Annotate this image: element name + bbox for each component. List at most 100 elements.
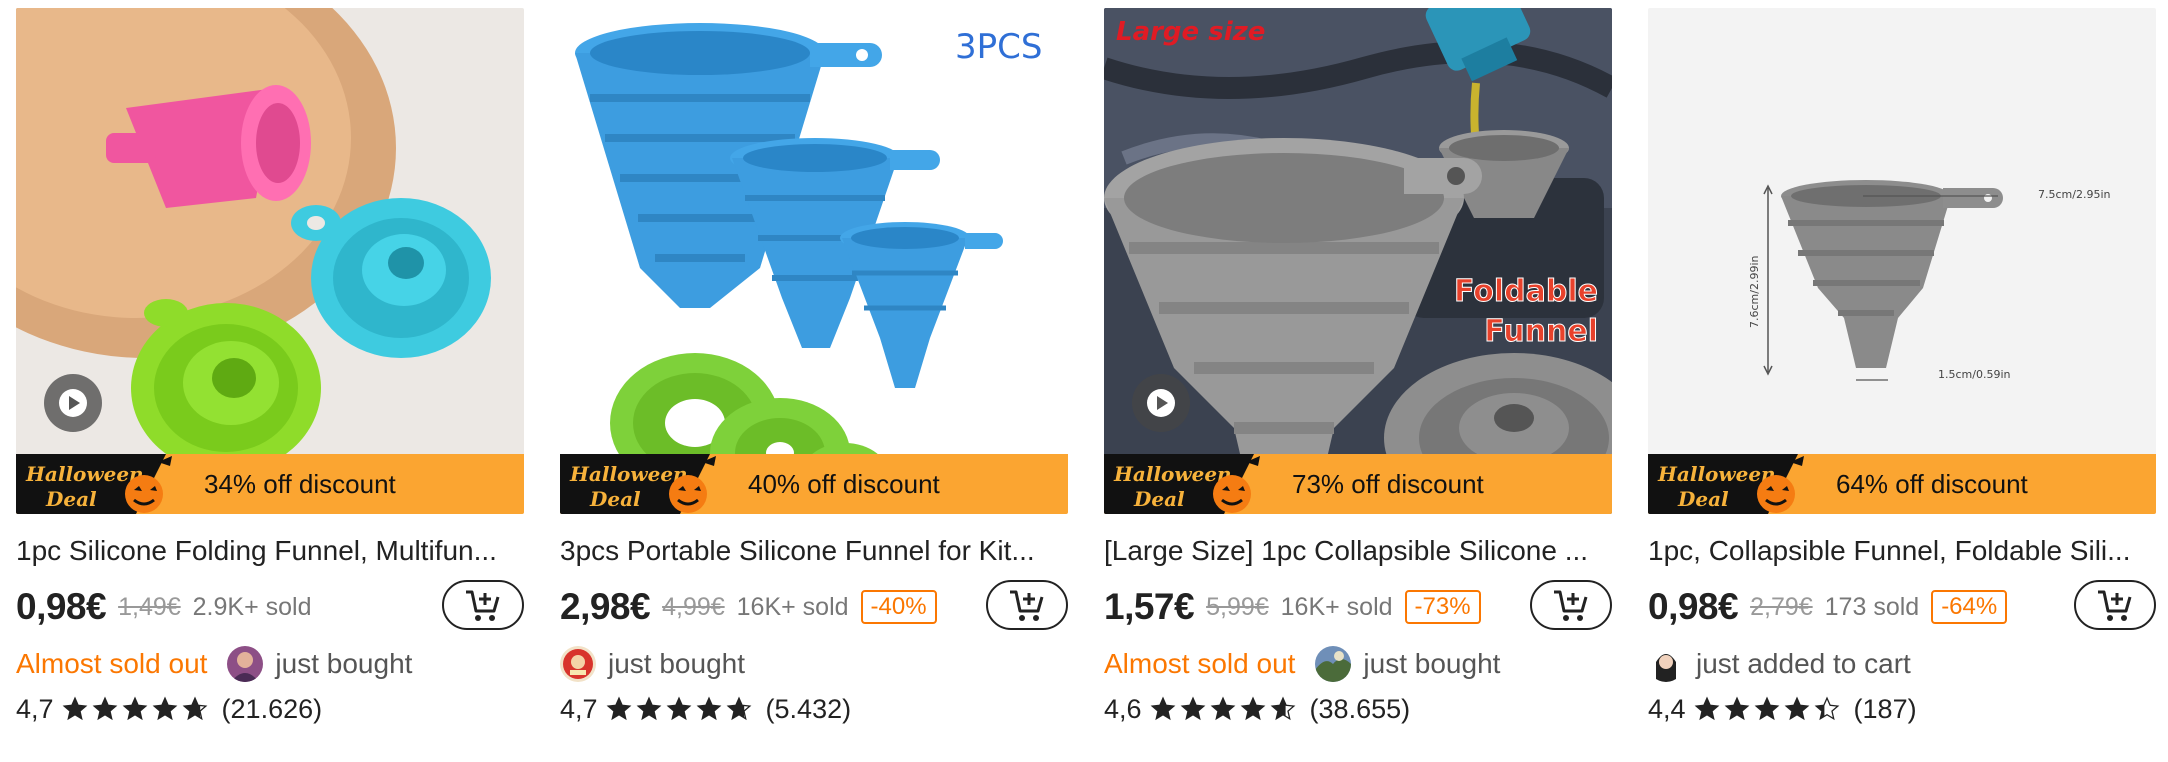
- review-count: (5.432): [765, 693, 852, 724]
- activity-row: Almost sold out just bought: [1104, 640, 1612, 688]
- product-image[interactable]: Large size Foldable Funnel Halloween Dea…: [1104, 8, 1612, 514]
- star-icon: [1784, 696, 1809, 721]
- discount-tag: -40%: [860, 590, 937, 624]
- discount-badge-text: 73% off discount: [1292, 468, 1484, 499]
- price-row: 2,98€ 4,99€ 16K+ sold -40%: [560, 574, 1068, 640]
- avatar: [1648, 646, 1684, 682]
- urgency-label: Almost sold out: [1104, 648, 1296, 679]
- cart-plus-icon: [1010, 590, 1044, 621]
- star-rating: [1150, 696, 1300, 722]
- image-caption-foldable: Foldable: [1454, 274, 1598, 309]
- avatar: [227, 646, 264, 682]
- product-photo-pink-green-blue-funnels: [16, 8, 524, 514]
- price-row: 1,57€ 5,99€ 16K+ sold -73%: [1104, 574, 1612, 640]
- price-row: 0,98€ 2,79€ 173 sold -64%: [1648, 574, 2156, 640]
- star-rating: [606, 696, 756, 722]
- avatar: [1315, 646, 1352, 682]
- halloween-deal-banner: Halloween Deal 40% off discount: [560, 454, 1068, 514]
- sold-count: 16K+ sold: [1280, 592, 1393, 621]
- star-icon: [696, 696, 721, 721]
- product-title[interactable]: 3pcs Portable Silicone Funnel for Kit...: [560, 534, 1066, 568]
- activity-row: just added to cart: [1648, 640, 2156, 688]
- dimension-top: 7.5cm/2.95in: [2038, 188, 2111, 201]
- star-icon: [1150, 696, 1175, 721]
- activity-text: just added to cart: [1696, 648, 1911, 679]
- cart-plus-icon: [1554, 590, 1588, 621]
- current-price: 0,98€: [16, 586, 107, 627]
- original-price: 1,49€: [118, 592, 181, 621]
- product-title[interactable]: 1pc, Collapsible Funnel, Foldable Sili..…: [1648, 534, 2154, 568]
- star-icon: [92, 696, 117, 721]
- product-photo-blue-green-funnels: 3PCS: [560, 8, 1068, 514]
- star-icon: [182, 696, 207, 721]
- image-caption-3pcs: 3PCS: [955, 27, 1042, 67]
- current-price: 2,98€: [560, 586, 651, 627]
- dimension-bottom: 1.5cm/0.59in: [1938, 368, 2011, 381]
- current-price: 1,57€: [1104, 586, 1195, 627]
- image-caption-funnel: Funnel: [1484, 314, 1598, 349]
- play-video-button[interactable]: [44, 374, 102, 432]
- image-caption-large-size: Large size: [1116, 17, 1265, 47]
- halloween-deal-logo: Halloween Deal: [560, 454, 750, 514]
- avatar: [560, 646, 596, 682]
- star-icon: [122, 696, 147, 721]
- star-icon: [1240, 696, 1265, 721]
- rating-row[interactable]: 4,7 (5.432): [560, 688, 1068, 730]
- rating-value: 4,7: [16, 693, 54, 724]
- star-icon: [666, 696, 691, 721]
- activity-row: just bought: [560, 640, 1068, 688]
- star-rating: [1694, 696, 1844, 722]
- sold-count: 2.9K+ sold: [192, 592, 312, 621]
- rating-value: 4,7: [560, 693, 598, 724]
- star-icon: [606, 696, 631, 721]
- discount-badge-text: 40% off discount: [748, 468, 940, 499]
- svg-text:Halloween: Halloween: [569, 462, 688, 486]
- star-rating: [62, 696, 212, 722]
- add-to-cart-button[interactable]: [986, 580, 1068, 630]
- product-title[interactable]: 1pc Silicone Folding Funnel, Multifun...: [16, 534, 522, 568]
- product-card[interactable]: Halloween Deal 34% off discount 1pc Sili…: [16, 8, 524, 730]
- discount-tag: -64%: [1931, 590, 2008, 624]
- halloween-deal-banner: Halloween Deal 34% off discount: [16, 454, 524, 514]
- product-title[interactable]: [Large Size] 1pc Collapsible Silicone ..…: [1104, 534, 1610, 568]
- add-to-cart-button[interactable]: [442, 580, 524, 630]
- activity-row: Almost sold out just bought: [16, 640, 524, 688]
- rating-value: 4,4: [1648, 693, 1686, 724]
- dimension-side: 7.6cm/2.99in: [1748, 255, 1761, 328]
- svg-text:Halloween: Halloween: [25, 462, 144, 486]
- play-video-button[interactable]: [1132, 374, 1190, 432]
- product-card[interactable]: 7.5cm/2.95in 7.6cm/2.99in 1.5cm/0.59in H…: [1648, 8, 2156, 730]
- svg-text:Deal: Deal: [1677, 487, 1729, 511]
- product-image[interactable]: 3PCS Halloween Deal 40% off discount: [560, 8, 1068, 514]
- product-photo-grey-funnel-dimensions: 7.5cm/2.95in 7.6cm/2.99in 1.5cm/0.59in: [1648, 8, 2156, 514]
- svg-text:Deal: Deal: [45, 487, 97, 511]
- star-icon: [726, 696, 751, 721]
- halloween-deal-banner: Halloween Deal 64% off discount: [1648, 454, 2156, 514]
- halloween-deal-logo: Halloween Deal: [16, 454, 206, 514]
- add-to-cart-button[interactable]: [1530, 580, 1612, 630]
- activity-text: just bought: [275, 648, 413, 679]
- rating-row[interactable]: 4,4 (187): [1648, 688, 2156, 730]
- original-price: 5,99€: [1206, 592, 1269, 621]
- discount-tag: -73%: [1404, 590, 1481, 624]
- star-icon: [1694, 696, 1719, 721]
- cart-plus-icon: [466, 590, 500, 621]
- product-image[interactable]: 7.5cm/2.95in 7.6cm/2.99in 1.5cm/0.59in H…: [1648, 8, 2156, 514]
- add-to-cart-button[interactable]: [2074, 580, 2156, 630]
- cart-plus-icon: [2098, 590, 2132, 621]
- product-card[interactable]: 3PCS Halloween Deal 40% off discount 3pc…: [560, 8, 1068, 730]
- product-photo-grey-funnel-engine: Large size Foldable Funnel: [1104, 8, 1612, 514]
- urgency-label: Almost sold out: [16, 648, 208, 679]
- review-count: (38.655): [1309, 693, 1411, 724]
- rating-row[interactable]: 4,7 (21.626): [16, 688, 524, 730]
- star-icon: [636, 696, 661, 721]
- activity-text: just bought: [608, 648, 745, 679]
- product-image[interactable]: Halloween Deal 34% off discount: [16, 8, 524, 514]
- halloween-deal-logo: Halloween Deal: [1648, 454, 1838, 514]
- discount-badge-text: 34% off discount: [204, 468, 396, 499]
- product-card[interactable]: Large size Foldable Funnel Halloween Dea…: [1104, 8, 1612, 730]
- rating-row[interactable]: 4,6 (38.655): [1104, 688, 1612, 730]
- sold-count: 173 sold: [1824, 592, 1920, 621]
- activity-text: just bought: [1363, 648, 1501, 679]
- rating-value: 4,6: [1104, 693, 1142, 724]
